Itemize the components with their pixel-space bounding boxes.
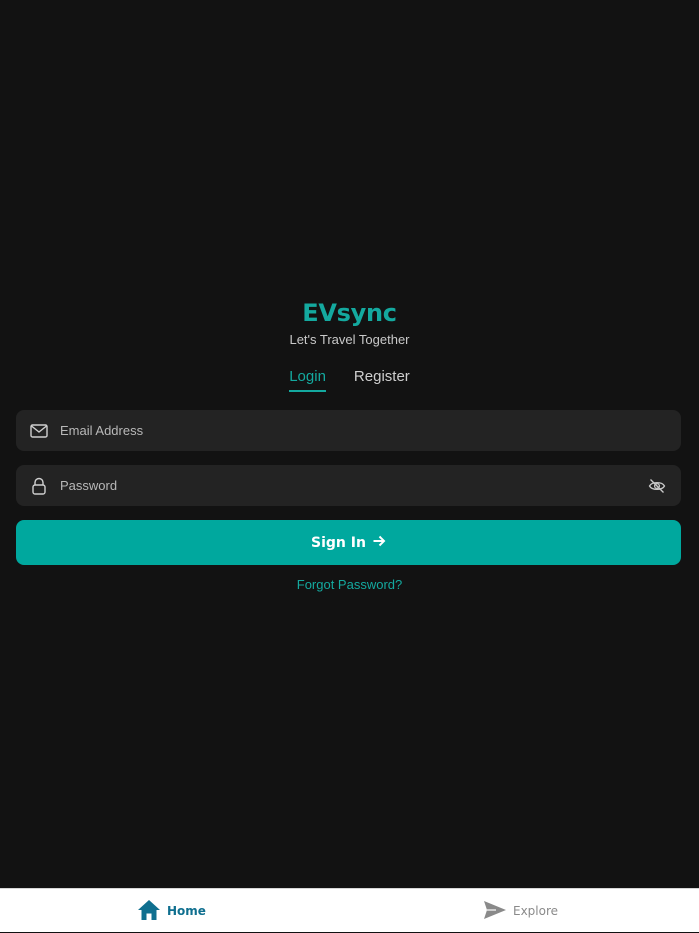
nav-home-label: Home — [167, 904, 206, 918]
lock-icon — [30, 477, 48, 495]
email-input[interactable] — [58, 422, 667, 439]
nav-item-explore[interactable]: Explore — [483, 889, 558, 933]
bottom-navigation: Home Explore — [0, 888, 699, 932]
eye-off-icon[interactable] — [647, 476, 667, 496]
mail-icon — [30, 422, 48, 440]
sign-in-label: Sign In — [311, 534, 366, 551]
nav-item-home[interactable]: Home — [137, 889, 206, 933]
app-title: EVsync — [302, 299, 397, 327]
auth-tabs: Login Register — [0, 368, 699, 392]
sign-in-button[interactable]: Sign In — [16, 520, 681, 565]
tab-register[interactable]: Register — [354, 368, 410, 392]
password-field[interactable] — [16, 465, 681, 506]
forgot-password-link[interactable]: Forgot Password? — [0, 577, 699, 592]
nav-explore-label: Explore — [513, 904, 559, 918]
arrow-right-icon — [372, 534, 386, 552]
home-icon — [137, 899, 161, 924]
app-screen: EVsync Let's Travel Together Login Regis… — [0, 0, 699, 888]
password-input[interactable] — [58, 477, 647, 494]
tab-login[interactable]: Login — [289, 368, 326, 392]
send-icon — [483, 900, 507, 923]
email-field[interactable] — [16, 410, 681, 451]
app-tagline: Let's Travel Together — [289, 332, 410, 347]
